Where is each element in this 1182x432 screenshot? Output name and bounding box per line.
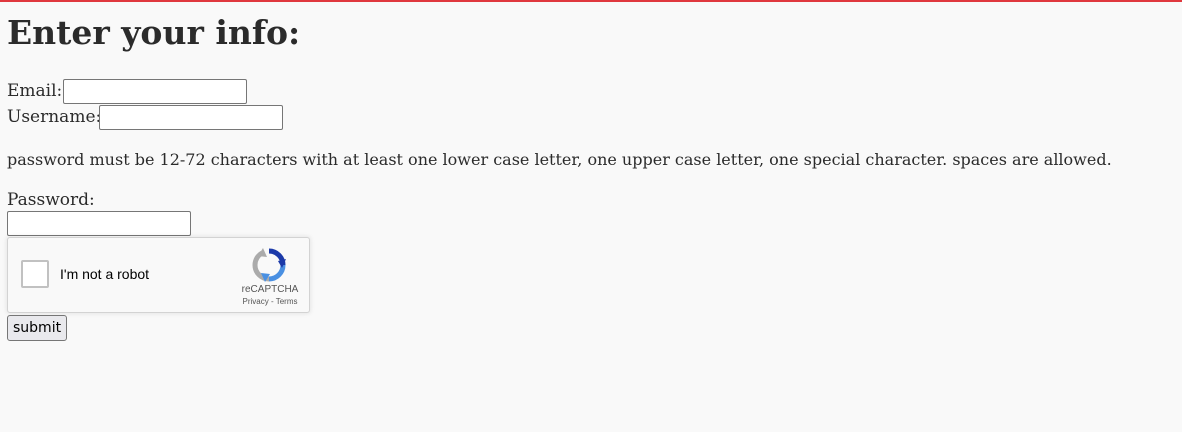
recaptcha-label: I'm not a robot [60,266,150,282]
top-accent-line [0,0,1182,2]
recaptcha-checkbox[interactable] [21,260,49,288]
password-label: Password: [7,190,95,210]
username-label: Username: [7,107,102,127]
username-field[interactable] [99,105,283,130]
submit-button[interactable]: submit [7,315,68,341]
recaptcha-privacy-link[interactable]: Privacy [243,297,269,306]
recaptcha-links: Privacy - Terms [220,297,320,307]
password-field[interactable] [7,211,191,236]
password-requirements-note: password must be 12-72 characters with a… [7,150,1112,169]
email-label: Email: [7,81,63,101]
recaptcha-brand: reCAPTCHA [241,284,299,295]
recaptcha-terms-link[interactable]: Terms [276,297,298,306]
recaptcha-link-separator: - [270,297,274,306]
recaptcha-logo-icon [252,248,286,282]
recaptcha-widget: I'm not a robot reCAPTCHA Privacy - Term… [7,237,310,313]
email-field[interactable] [63,79,247,104]
page-title: Enter your info: [7,13,301,52]
